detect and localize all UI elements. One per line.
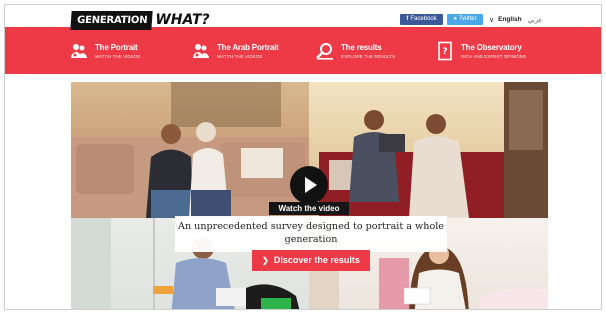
language-selector[interactable]: ∨ English عربي bbox=[489, 14, 542, 25]
nav-item-results[interactable]: The results Explore the results bbox=[315, 27, 395, 74]
nav-portrait-title: The Portrait bbox=[95, 42, 138, 52]
people-icon bbox=[71, 43, 87, 58]
men-sofa-photo bbox=[319, 82, 548, 218]
people-icon bbox=[193, 43, 209, 58]
chevron-down-icon: ∨ bbox=[489, 16, 495, 24]
facebook-share-button[interactable]: f Facebook bbox=[400, 14, 443, 25]
main-nav: The Portrait Watch the videos The Arab P… bbox=[5, 27, 601, 74]
language-arabic[interactable]: عربي bbox=[528, 16, 543, 24]
svg-text:?: ? bbox=[442, 47, 447, 57]
facebook-icon: f bbox=[406, 16, 409, 22]
hero-image-men-sofa bbox=[309, 82, 548, 218]
nav-arab-portrait-subtitle: Watch the videos bbox=[217, 53, 263, 59]
nav-item-observatory[interactable]: ? The Observatory Rich and expert opinio… bbox=[435, 27, 526, 74]
nav-observatory-subtitle: Rich and expert opinions bbox=[461, 53, 527, 59]
nav-arab-portrait-title: The Arab Portrait bbox=[217, 42, 279, 52]
twitter-share-button[interactable]: ● Twitter bbox=[447, 14, 483, 25]
twitter-label: Twitter bbox=[458, 16, 477, 22]
logo-what: WHAT? bbox=[155, 12, 210, 28]
nav-results-title: The results bbox=[341, 42, 382, 52]
language-selected[interactable]: English bbox=[498, 16, 521, 23]
twitter-icon: ● bbox=[453, 16, 457, 22]
nav-item-portrait[interactable]: The Portrait Watch the videos bbox=[69, 27, 140, 74]
watch-video-label[interactable]: Watch the video bbox=[269, 202, 349, 215]
couple-photo bbox=[71, 82, 309, 218]
discover-results-button[interactable]: ❯ Discover the results bbox=[252, 250, 370, 271]
hero-image-couple bbox=[71, 82, 309, 218]
document-icon: ? bbox=[438, 41, 452, 60]
page: GENERATION WHAT? f Facebook ● Twitter ∨ En… bbox=[4, 4, 602, 310]
play-button[interactable] bbox=[290, 166, 328, 204]
chevron-right-icon: ❯ bbox=[262, 256, 269, 265]
nav-observatory-title: The Observatory bbox=[461, 42, 522, 52]
hero-video[interactable]: Watch the video An unprecedented survey … bbox=[71, 82, 548, 309]
discover-results-label: Discover the results bbox=[273, 255, 360, 265]
magnifier-icon bbox=[316, 42, 333, 60]
nav-results-subtitle: Explore the results bbox=[341, 53, 396, 59]
hero-tagline: An unprecedented survey designed to port… bbox=[175, 216, 447, 252]
site-logo[interactable]: GENERATION WHAT? bbox=[70, 9, 210, 31]
facebook-label: Facebook bbox=[410, 16, 437, 22]
logo-generation: GENERATION bbox=[70, 10, 153, 30]
nav-portrait-subtitle: Watch the videos bbox=[95, 53, 141, 59]
top-bar: GENERATION WHAT? f Facebook ● Twitter ∨ En… bbox=[5, 5, 601, 30]
nav-item-arab-portrait[interactable]: The Arab Portrait Watch the videos bbox=[191, 27, 279, 74]
